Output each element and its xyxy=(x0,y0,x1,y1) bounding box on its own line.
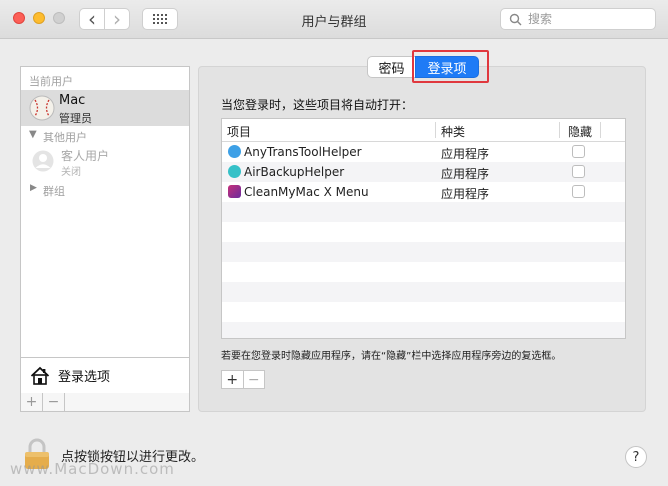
table-row[interactable]: CleanMyMac X Menu 应用程序 xyxy=(222,182,625,202)
column-divider xyxy=(600,122,601,138)
empty-row xyxy=(222,322,625,338)
empty-row xyxy=(222,282,625,302)
row-item-name: CleanMyMac X Menu xyxy=(244,185,369,199)
disclosure-collapsed-icon[interactable]: ▶ xyxy=(30,183,37,193)
add-user-button[interactable]: + xyxy=(21,393,43,411)
row-item-name: AirBackupHelper xyxy=(244,165,345,179)
groups-header: 群组 xyxy=(43,185,65,198)
hide-checkbox[interactable] xyxy=(572,145,585,158)
row-item-name: AnyTransToolHelper xyxy=(244,145,362,159)
user-row-mac[interactable]: Mac 管理员 xyxy=(21,90,189,126)
tab-password[interactable]: 密码 xyxy=(367,56,415,78)
hide-checkbox[interactable] xyxy=(572,165,585,178)
login-options-label: 登录选项 xyxy=(58,370,111,385)
empty-row xyxy=(222,262,625,282)
search-input[interactable] xyxy=(526,11,640,27)
hide-checkbox[interactable] xyxy=(572,185,585,198)
current-users-header: 当前用户 xyxy=(29,75,73,88)
table-row[interactable]: AnyTransToolHelper 应用程序 xyxy=(222,142,625,162)
column-divider xyxy=(435,122,436,138)
sidebar-button-bar: + − xyxy=(20,393,190,412)
empty-row xyxy=(222,242,625,262)
airbackup-icon xyxy=(228,165,241,178)
column-kind[interactable]: 种类 xyxy=(441,123,465,140)
user-name: Mac xyxy=(59,93,86,108)
column-hide[interactable]: 隐藏 xyxy=(568,123,592,140)
guest-name: 客人用户 xyxy=(61,149,110,163)
disclosure-expanded-icon[interactable]: ▼ xyxy=(29,129,37,140)
login-items-table[interactable]: 项目 种类 隐藏 AnyTransToolHelper 应用程序 AirBack… xyxy=(221,118,626,339)
table-row[interactable]: AirBackupHelper 应用程序 xyxy=(222,162,625,182)
empty-row xyxy=(222,202,625,222)
column-divider xyxy=(559,122,560,138)
watermark: www.MacDown.com xyxy=(10,460,175,478)
empty-row xyxy=(222,302,625,322)
user-row-guest[interactable]: 客人用户 关闭 xyxy=(21,145,189,179)
login-options-item[interactable]: 登录选项 xyxy=(20,357,190,394)
empty-row xyxy=(222,222,625,242)
row-item-kind: 应用程序 xyxy=(441,147,490,161)
help-button[interactable]: ? xyxy=(625,446,647,468)
cleanmymac-icon xyxy=(228,185,241,198)
add-login-item-button[interactable]: + xyxy=(222,371,244,388)
other-users-header: 其他用户 xyxy=(43,131,87,144)
users-sidebar: 当前用户 Mac 管理员 ▼ 其他用户 客人用户 关闭 ▶ 群组 xyxy=(20,66,190,358)
hide-hint-text: 若要在您登录时隐藏应用程序，请在“隐藏”栏中选择应用程序旁边的复选框。 xyxy=(221,351,562,362)
row-item-kind: 应用程序 xyxy=(441,167,490,181)
remove-user-button[interactable]: − xyxy=(43,393,65,411)
guest-avatar-icon xyxy=(32,150,54,172)
search-icon xyxy=(509,13,522,25)
baseball-avatar-icon xyxy=(29,95,55,121)
login-items-heading: 当您登录时，这些项目将自动打开： xyxy=(221,98,414,112)
house-icon xyxy=(30,366,50,385)
remove-login-item-button[interactable]: − xyxy=(244,371,265,388)
search-field[interactable] xyxy=(500,8,656,30)
column-item[interactable]: 项目 xyxy=(227,123,251,140)
row-item-kind: 应用程序 xyxy=(441,187,490,201)
anytrans-icon xyxy=(228,145,241,158)
guest-status: 关闭 xyxy=(61,167,81,178)
tab-login-items[interactable]: 登录项 xyxy=(415,56,479,78)
user-role: 管理员 xyxy=(59,112,92,125)
login-items-button-bar: + − xyxy=(221,370,265,389)
table-header: 项目 种类 隐藏 xyxy=(222,119,625,142)
